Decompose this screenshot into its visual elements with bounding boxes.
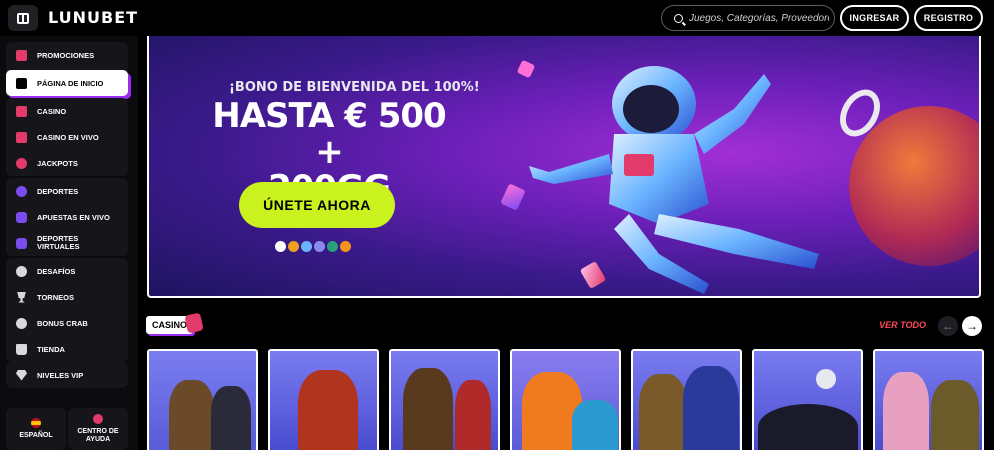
mastercard-icon <box>288 241 299 252</box>
virtual-sports-icon <box>16 237 27 249</box>
sidebar-footer: ESPAÑOL CENTRO DE AYUDA <box>6 408 128 450</box>
game-card[interactable] <box>873 349 984 450</box>
game-character <box>298 370 358 450</box>
carousel-next-button[interactable]: → <box>962 316 982 336</box>
game-card[interactable] <box>268 349 379 450</box>
sidebar-item-niveles-vip[interactable]: NIVELES VIP <box>6 362 128 388</box>
game-character <box>683 366 739 450</box>
promo-subtitle: ¡BONO DE BIENVENIDA DEL 100%! <box>229 80 480 95</box>
roulette-wheel <box>758 404 858 450</box>
payment-methods <box>275 241 351 252</box>
game-character <box>883 372 929 450</box>
ethereum-icon <box>314 241 325 252</box>
top-header: LUNUBET INGRESAR REGISTRO <box>0 0 994 36</box>
sidebar-item-promociones[interactable]: PROMOCIONES <box>6 42 128 68</box>
site-logo[interactable]: LUNUBET <box>48 8 138 27</box>
sidebar-item-inicio[interactable]: PÁGINA DE INICIO <box>6 70 128 96</box>
sidebar-item-label: APUESTAS EN VIVO <box>37 212 110 222</box>
help-icon <box>93 414 103 424</box>
live-cards-icon <box>16 131 27 143</box>
sidebar-item-tienda[interactable]: TIENDA <box>6 336 128 362</box>
sidebar-group-casino: CASINO CASINO EN VIVO JACKPOTS <box>6 98 128 176</box>
sidebar-item-label: DESAFÍOS <box>37 266 76 276</box>
sidebar-item-desafios[interactable]: DESAFÍOS <box>6 258 128 284</box>
sidebar-item-label: TIENDA <box>37 344 65 354</box>
login-button[interactable]: INGRESAR <box>840 5 909 31</box>
live-bets-icon <box>16 211 27 223</box>
sidebar-item-bonus-crab[interactable]: BONUS CRAB <box>6 310 128 336</box>
game-character <box>211 386 251 450</box>
game-character <box>403 368 453 450</box>
game-card[interactable] <box>752 349 863 450</box>
promo-title-line1: HASTA € 500 + <box>212 96 446 172</box>
game-card[interactable] <box>147 349 258 450</box>
sidebar-item-label: NIVELES VIP <box>37 370 84 380</box>
astronaut-illustration <box>529 66 819 294</box>
register-button[interactable]: REGISTRO <box>914 5 983 31</box>
spain-flag-icon <box>31 418 41 428</box>
sidebar-item-label: CASINO <box>37 106 67 116</box>
sidebar-group-extras: DESAFÍOS TORNEOS BONUS CRAB TIENDA <box>6 258 128 362</box>
challenge-icon <box>16 265 27 277</box>
game-character <box>455 380 491 450</box>
horse-icon <box>16 77 27 89</box>
crab-icon <box>16 317 27 329</box>
shop-icon <box>16 343 27 355</box>
game-card[interactable] <box>510 349 621 450</box>
search-icon <box>674 13 683 23</box>
bitcoin-icon <box>340 241 351 252</box>
sidebar-group-main: PROMOCIONES PÁGINA DE INICIO <box>6 42 128 98</box>
casino-games-carousel <box>147 349 987 450</box>
language-selector[interactable]: ESPAÑOL <box>6 408 66 450</box>
sidebar-item-label: DEPORTES VIRTUALES <box>37 234 80 251</box>
sidebar-item-label: PÁGINA DE INICIO <box>37 78 104 88</box>
sidebar: PROMOCIONES PÁGINA DE INICIO CASINO CASI… <box>0 36 138 450</box>
visa-icon <box>275 241 286 252</box>
game-card[interactable] <box>389 349 500 450</box>
help-label: CENTRO DE AYUDA <box>77 428 119 443</box>
search-input[interactable] <box>689 12 829 24</box>
diamond-icon <box>16 369 27 381</box>
sidebar-item-deportes[interactable]: DEPORTES <box>6 178 128 204</box>
sidebar-item-deportes-virtuales[interactable]: DEPORTES VIRTUALES <box>6 230 128 256</box>
sidebar-item-label: JACKPOTS <box>37 158 78 168</box>
game-character <box>639 374 687 450</box>
carousel-prev-button[interactable]: ← <box>938 316 958 336</box>
sidebar-item-jackpots[interactable]: JACKPOTS <box>6 150 128 176</box>
slot-machine-icon <box>184 312 204 334</box>
sidebar-item-label: BONUS CRAB <box>37 318 88 328</box>
casino-section-header: CASINO VER TODO ← → <box>146 312 982 338</box>
hero-banner[interactable]: ¡BONO DE BIENVENIDA DEL 100%! HASTA € 50… <box>147 36 981 298</box>
sidebar-item-label: TORNEOS <box>37 292 74 302</box>
game-character <box>931 380 979 450</box>
join-now-button[interactable]: ÚNETE AHORA <box>239 182 395 228</box>
roulette-ball <box>816 369 836 389</box>
sidebar-item-casino-en-vivo[interactable]: CASINO EN VIVO <box>6 124 128 150</box>
sidebar-toggle-icon <box>17 12 29 24</box>
cards-icon <box>16 105 27 117</box>
sidebar-item-label: CASINO EN VIVO <box>37 132 99 142</box>
view-all-link[interactable]: VER TODO <box>879 320 926 330</box>
sidebar-item-apuestas-en-vivo[interactable]: APUESTAS EN VIVO <box>6 204 128 230</box>
sidebar-item-torneos[interactable]: TORNEOS <box>6 284 128 310</box>
help-center-button[interactable]: CENTRO DE AYUDA <box>68 408 128 450</box>
game-character <box>572 400 618 450</box>
trophy-icon <box>17 291 26 303</box>
gift-icon <box>16 49 27 61</box>
game-card[interactable] <box>631 349 742 450</box>
cherries-icon <box>16 157 27 169</box>
bank-icon <box>301 241 312 252</box>
soccer-ball-icon <box>16 185 27 197</box>
sidebar-toggle-button[interactable] <box>8 5 38 31</box>
sidebar-item-label: DEPORTES <box>37 186 79 196</box>
sidebar-group-sports: DEPORTES APUESTAS EN VIVO DEPORTES VIRTU… <box>6 178 128 256</box>
tether-icon <box>327 241 338 252</box>
game-character <box>169 380 214 450</box>
language-label: ESPAÑOL <box>19 432 53 439</box>
search-bar[interactable] <box>661 5 835 31</box>
sidebar-item-casino[interactable]: CASINO <box>6 98 128 124</box>
sidebar-group-vip: NIVELES VIP <box>6 362 128 388</box>
sidebar-item-label: PROMOCIONES <box>37 50 95 60</box>
